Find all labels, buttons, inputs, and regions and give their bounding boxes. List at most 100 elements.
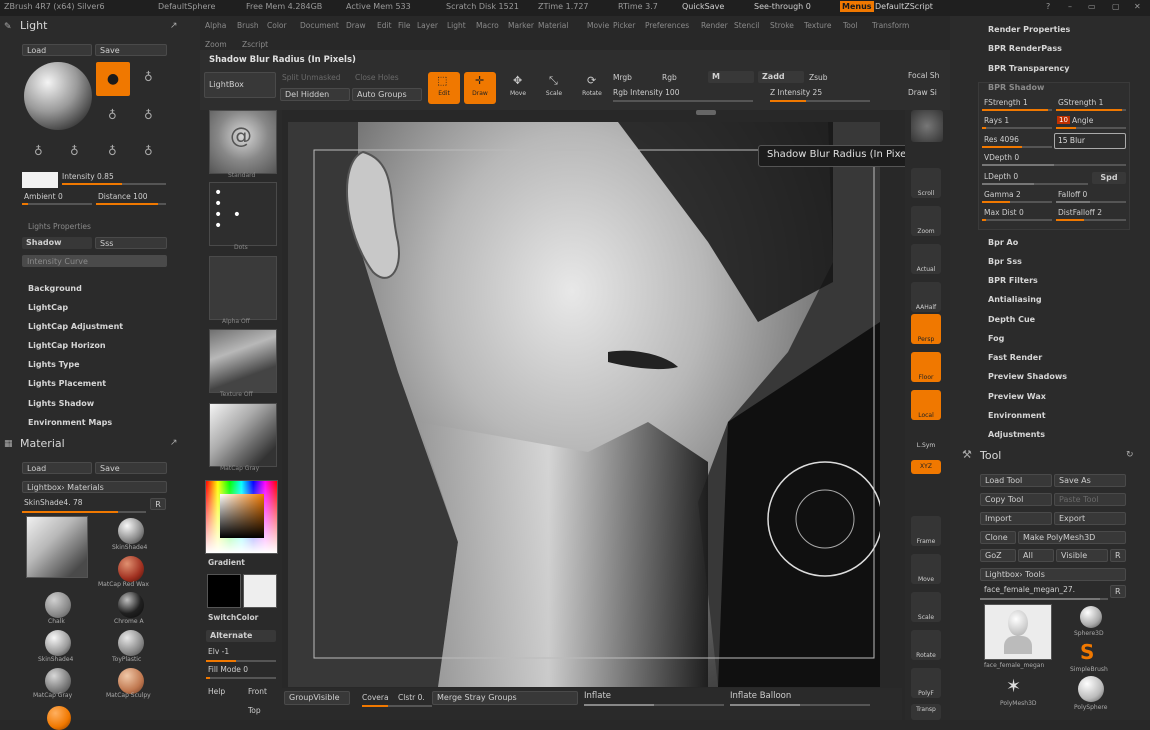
material-orange[interactable] [47, 706, 71, 730]
menu-light[interactable]: Light [447, 21, 466, 30]
import-button[interactable]: Import [980, 512, 1052, 525]
fstrength-slider[interactable]: FStrength 1 [984, 98, 1028, 107]
gamma-slider[interactable]: Gamma 2 [984, 190, 1021, 199]
tool-palette-title[interactable]: Tool [980, 449, 1001, 462]
lightbox-tools-button[interactable]: Lightbox› Tools [980, 568, 1126, 581]
secondary-color-swatch[interactable] [207, 574, 241, 608]
gstrength-slider[interactable]: GStrength 1 [1058, 98, 1103, 107]
light-save-button[interactable]: Save [95, 44, 167, 56]
render-properties[interactable]: Render Properties [988, 25, 1070, 34]
material-toyplastic[interactable] [118, 630, 144, 656]
material-red-wax[interactable] [118, 556, 144, 582]
document-canvas[interactable] [288, 122, 880, 687]
menu-transform[interactable]: Transform [872, 21, 909, 30]
zoom-button[interactable]: Zoom [911, 206, 941, 236]
restore-icon[interactable]: ▭ [1088, 2, 1096, 11]
default-script-button[interactable]: DefaultZScript [875, 2, 933, 11]
inflate-slider[interactable]: Inflate [584, 691, 611, 701]
subpalette-lightcap-horizon[interactable]: LightCap Horizon [28, 341, 106, 350]
environment[interactable]: Environment [988, 411, 1046, 420]
angle-track[interactable] [1056, 127, 1126, 129]
fstrength-track[interactable] [982, 109, 1052, 111]
zadd-button[interactable]: Zadd [758, 71, 804, 83]
coverage-track[interactable] [362, 705, 432, 707]
menu-file[interactable]: File [398, 21, 411, 30]
group-visible-button[interactable]: GroupVisible [284, 691, 350, 705]
light-bulb-icon-5[interactable]: ♁ [34, 144, 43, 158]
shadow-tab[interactable]: Shadow [22, 237, 92, 249]
menu-stroke[interactable]: Stroke [770, 21, 794, 30]
angle-value[interactable]: 10 [1057, 116, 1070, 124]
subpalette-environment-maps[interactable]: Environment Maps [28, 418, 112, 427]
bpr-ao[interactable]: Bpr Ao [988, 238, 1018, 247]
light-bulb-icon-2[interactable]: ♁ [144, 70, 153, 84]
actual-button[interactable]: Actual [911, 244, 941, 274]
falloff-slider[interactable]: Falloff 0 [1058, 190, 1087, 199]
clstr-slider[interactable]: Clstr 0. [398, 693, 425, 702]
adjustments[interactable]: Adjustments [988, 430, 1045, 439]
z-intensity-track[interactable] [770, 100, 870, 102]
bpr-sss[interactable]: Bpr Sss [988, 257, 1022, 266]
switchcolor-button[interactable]: SwitchColor [208, 613, 258, 622]
subpalette-lights-shadow[interactable]: Lights Shadow [28, 399, 94, 408]
depth-cue[interactable]: Depth Cue [988, 315, 1035, 324]
inflate-track[interactable] [584, 704, 724, 706]
rgb-button[interactable]: Rgb [662, 73, 677, 82]
current-material-slider[interactable]: SkinShade4. 78 [24, 498, 83, 507]
close-icon[interactable]: ✕ [1134, 2, 1141, 11]
light-bulb-icon-7[interactable]: ♁ [108, 144, 117, 158]
menu-movie[interactable]: Movie [587, 21, 609, 30]
sphere3d-tool[interactable] [1080, 606, 1102, 628]
gamma-track[interactable] [982, 201, 1052, 203]
del-hidden-button[interactable]: Del Hidden [280, 88, 350, 101]
gradient-label[interactable]: Gradient [208, 558, 245, 567]
goz-r-button[interactable]: R [1110, 549, 1126, 562]
focal-shift-slider[interactable]: Focal Sh [908, 71, 939, 80]
matcap-gray-thumb[interactable] [209, 403, 277, 467]
inflate-balloon-track[interactable] [730, 704, 870, 706]
menu-alpha[interactable]: Alpha [205, 21, 226, 30]
menu-layer[interactable]: Layer [417, 21, 438, 30]
tool-popout-icon[interactable]: ↻ [1126, 450, 1134, 460]
material-track[interactable] [22, 511, 146, 513]
bpr-button[interactable] [911, 110, 943, 142]
material-matcap-gray[interactable] [45, 668, 71, 694]
polyf-button[interactable]: PolyF [911, 668, 941, 698]
light-load-button[interactable]: Load [22, 44, 92, 56]
split-unmasked-button[interactable]: Split Unmasked [282, 73, 341, 82]
material-chalk[interactable] [45, 592, 71, 618]
vdepth-slider[interactable]: VDepth 0 [984, 153, 1019, 162]
copy-tool-button[interactable]: Copy Tool [980, 493, 1052, 506]
fast-render[interactable]: Fast Render [988, 353, 1042, 362]
menus-button[interactable]: Menus [840, 1, 874, 12]
subpalette-lights-placement[interactable]: Lights Placement [28, 379, 106, 388]
distance-track[interactable] [96, 203, 166, 205]
draw-size-slider[interactable]: Draw Si [908, 88, 937, 97]
scale-view-button[interactable]: Scale [911, 592, 941, 622]
elv-track[interactable] [206, 660, 276, 662]
ambient-track[interactable] [22, 203, 92, 205]
subpalette-lights-type[interactable]: Lights Type [28, 360, 80, 369]
main-color-swatch[interactable] [243, 574, 277, 608]
menu-brush[interactable]: Brush [237, 21, 259, 30]
ldepth-slider[interactable]: LDepth 0 [984, 172, 1018, 181]
material-save-button[interactable]: Save [95, 462, 167, 474]
res-slider[interactable]: Res 4096 [984, 135, 1019, 144]
persp-button[interactable]: Persp [911, 314, 941, 344]
maximize-icon[interactable]: ▢ [1112, 2, 1120, 11]
intensity-slider[interactable]: Intensity 0.85 [62, 172, 114, 181]
paste-tool-button[interactable]: Paste Tool [1054, 493, 1126, 506]
auto-groups-button[interactable]: Auto Groups [352, 88, 422, 101]
bpr-filters[interactable]: BPR Filters [988, 276, 1038, 285]
all-button[interactable]: All [1018, 549, 1054, 562]
current-tool-slider[interactable]: face_female_megan_27. [984, 585, 1075, 594]
polymesh3d-tool[interactable]: ✶ [1006, 676, 1021, 697]
save-as-button[interactable]: Save As [1054, 474, 1126, 487]
intensity-track[interactable] [62, 183, 166, 185]
lightbox-button[interactable]: LightBox [204, 72, 276, 98]
front-button[interactable]: Front [248, 687, 267, 696]
sss-tab[interactable]: Sss [95, 237, 167, 249]
current-tool-track[interactable] [980, 598, 1108, 600]
material-chrome-a[interactable] [118, 592, 144, 618]
goz-button[interactable]: GoZ [980, 549, 1016, 562]
